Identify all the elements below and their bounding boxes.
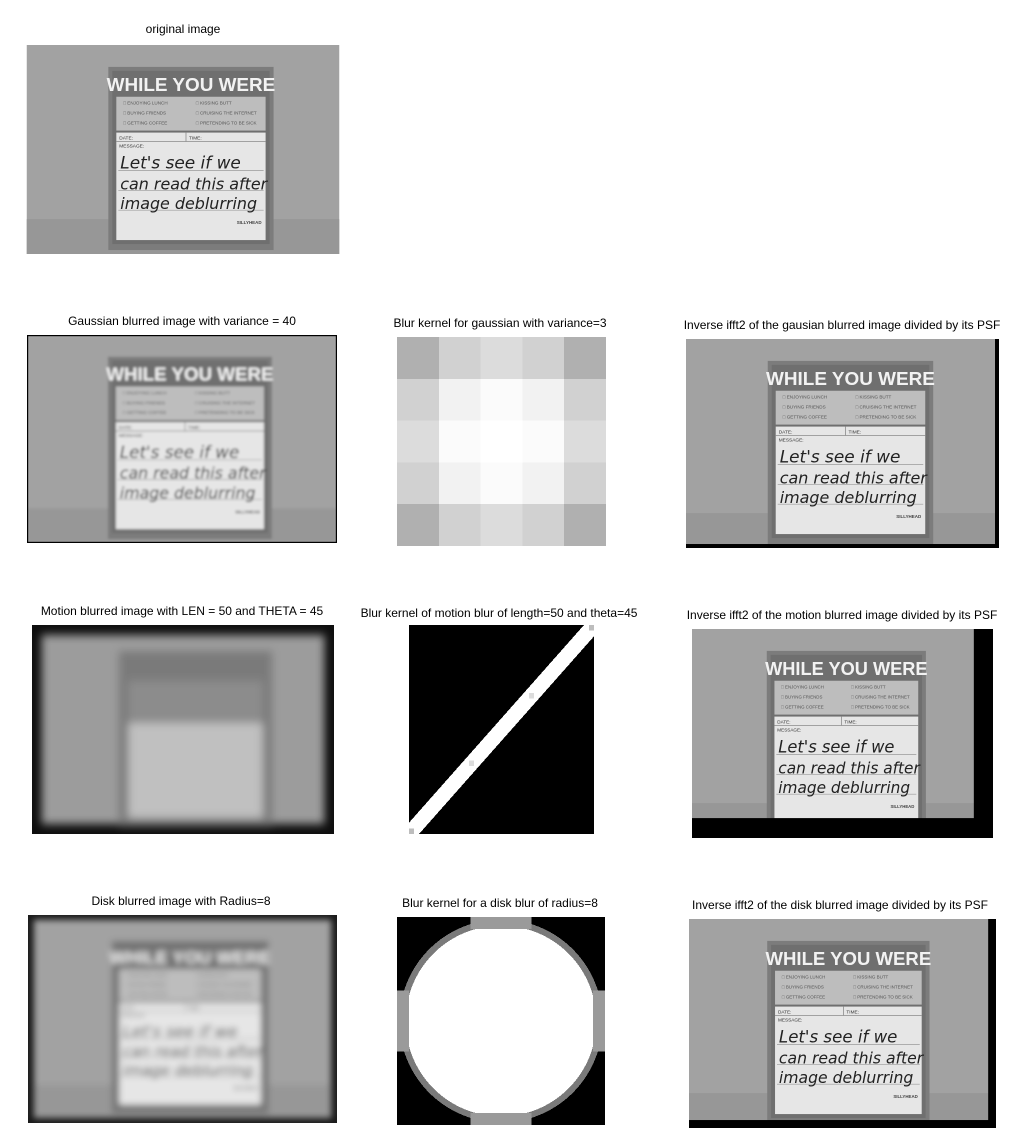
gaussian-blurred-image [27, 335, 337, 543]
gaussian-inverse-title: Inverse ifft2 of the gausian blurred ima… [683, 318, 1001, 332]
motion-blurred-image [32, 625, 334, 834]
gaussian-inverse-image [686, 339, 999, 548]
motion-blurred-title: Motion blurred image with LEN = 50 and T… [40, 604, 324, 618]
disk-kernel-image [397, 917, 605, 1125]
motion-kernel-title: Blur kernel of motion blur of length=50 … [360, 606, 638, 620]
gaussian-kernel-image [397, 337, 606, 546]
motion-inverse-image [692, 629, 993, 838]
disk-blurred-title: Disk blurred image with Radius=8 [91, 894, 271, 908]
motion-kernel-image [409, 625, 594, 834]
motion-inverse-title: Inverse ifft2 of the motion blurred imag… [686, 608, 998, 622]
gaussian-blurred-title: Gaussian blurred image with variance = 4… [68, 314, 296, 328]
disk-kernel-title: Blur kernel for a disk blur of radius=8 [402, 896, 598, 910]
original-image [26, 45, 340, 254]
disk-inverse-image [689, 919, 996, 1128]
gaussian-kernel-title: Blur kernel for gaussian with variance=3 [393, 316, 607, 330]
original-image-title: original image [145, 22, 221, 36]
disk-blurred-image [28, 915, 337, 1123]
disk-inverse-title: Inverse ifft2 of the disk blurred image … [692, 898, 988, 912]
